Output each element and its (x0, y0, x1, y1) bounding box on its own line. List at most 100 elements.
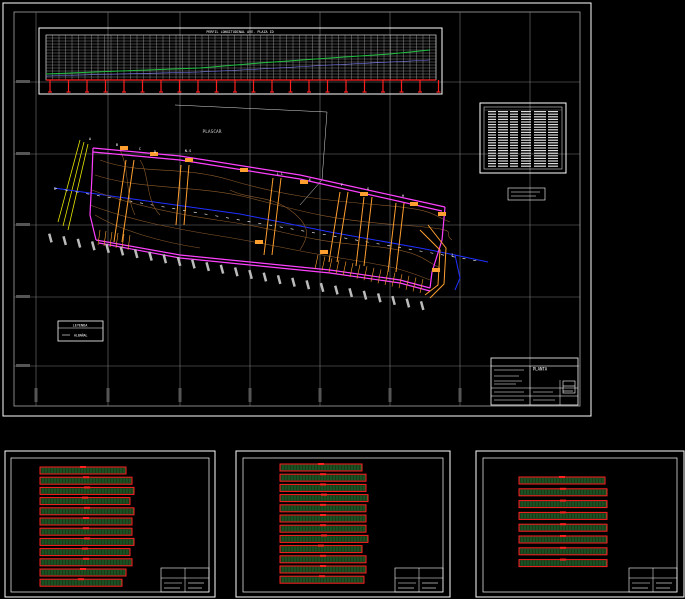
profile-strip (39, 507, 135, 516)
table-cell (534, 152, 546, 154)
table-cell (488, 129, 496, 131)
table-cell (521, 129, 531, 131)
table-cell (548, 137, 558, 139)
profile-strip-marker (320, 554, 326, 557)
profile-strip (279, 524, 367, 533)
profile-strip-marker (560, 511, 566, 514)
station-label: D (154, 150, 156, 154)
table-cell (548, 163, 558, 165)
lot-marker (432, 268, 440, 272)
table-cell (534, 139, 546, 141)
table-cell (498, 163, 508, 165)
station-label: E (309, 178, 311, 182)
table-cell (521, 126, 531, 128)
table-cell (548, 152, 558, 154)
table-cell (498, 144, 508, 146)
profile-strip (518, 511, 608, 520)
profile-strip-marker (83, 527, 89, 530)
table-cell (510, 150, 518, 152)
table-cell (534, 121, 546, 123)
table-cell (548, 134, 558, 136)
table-cell (534, 165, 546, 167)
table-cell (548, 155, 558, 157)
table-cell (488, 121, 496, 123)
profile-strip-marker (320, 483, 326, 486)
table-cell (521, 163, 531, 165)
table-cell (521, 155, 531, 157)
lot-marker (300, 180, 308, 184)
profile-strip-marker (320, 514, 326, 516)
table-cell (488, 144, 496, 146)
profile-strip-marker (84, 537, 90, 540)
table-cell (510, 118, 518, 120)
area-label: PLASCAR (203, 129, 222, 135)
table-cell (498, 111, 508, 113)
table-cell (534, 131, 546, 133)
table-cell (498, 157, 508, 159)
profile-strip-marker (320, 473, 326, 476)
profile-strip-marker (80, 466, 86, 468)
table-cell (488, 139, 496, 141)
table-cell (498, 155, 508, 157)
profile-strip-marker (560, 535, 566, 537)
station-label: F (341, 183, 343, 187)
table-cell (548, 116, 558, 118)
cad-drawing-canvas[interactable]: PERFIL LONGITUDINAL AVE. PLAZA ID PLASCA… (0, 0, 685, 599)
profile-strip (279, 534, 369, 543)
profile-strip (518, 523, 608, 532)
table-cell (488, 163, 496, 165)
table-cell (488, 116, 496, 118)
table-cell (488, 155, 496, 157)
table-cell (548, 124, 558, 126)
table-cell (548, 129, 558, 131)
profile-strip (39, 558, 133, 567)
table-cell (548, 139, 558, 141)
profile-strip (39, 476, 133, 485)
table-cell (510, 134, 518, 136)
table-cell (510, 116, 518, 118)
table-cell (548, 157, 558, 159)
legend-item: ALBAÑAL (74, 333, 88, 338)
table-cell (534, 160, 546, 162)
table-cell (510, 124, 518, 126)
table-cell (521, 147, 531, 149)
table-cell (534, 155, 546, 157)
grid-axis-label (178, 388, 182, 402)
table-cell (510, 144, 518, 146)
table-cell (510, 121, 518, 123)
grid-axis-label (248, 388, 252, 402)
table-cell (521, 124, 531, 126)
table-cell (498, 131, 508, 133)
table-cell (534, 116, 546, 118)
profile-strip (279, 473, 367, 482)
table-cell (548, 118, 558, 120)
profile-strip-marker (560, 499, 566, 502)
grid-axis-label (16, 80, 30, 83)
table-cell (498, 134, 508, 136)
table-cell (548, 165, 558, 167)
table-cell (548, 126, 558, 128)
table-cell (534, 126, 546, 128)
table-cell (534, 134, 546, 136)
profile-strip-marker (84, 506, 90, 509)
table-cell (510, 142, 518, 144)
table-cell (534, 142, 546, 144)
table-cell (510, 126, 518, 128)
profile-strip (279, 565, 367, 574)
table-cell (521, 150, 531, 152)
profile-strip-marker (80, 568, 86, 570)
profile-strip (279, 483, 367, 492)
table-cell (548, 142, 558, 144)
grid-axis-label (458, 388, 462, 402)
grid-axis-label (34, 388, 38, 402)
station-label: N-S (185, 149, 192, 153)
table-cell (488, 134, 496, 136)
table-cell (521, 118, 531, 120)
lot-marker (255, 240, 263, 244)
table-cell (498, 116, 508, 118)
profile-strip (518, 500, 608, 509)
profile-strip-marker (83, 517, 89, 519)
profile-strip-marker (560, 487, 566, 490)
table-cell (510, 147, 518, 149)
table-cell (488, 150, 496, 152)
